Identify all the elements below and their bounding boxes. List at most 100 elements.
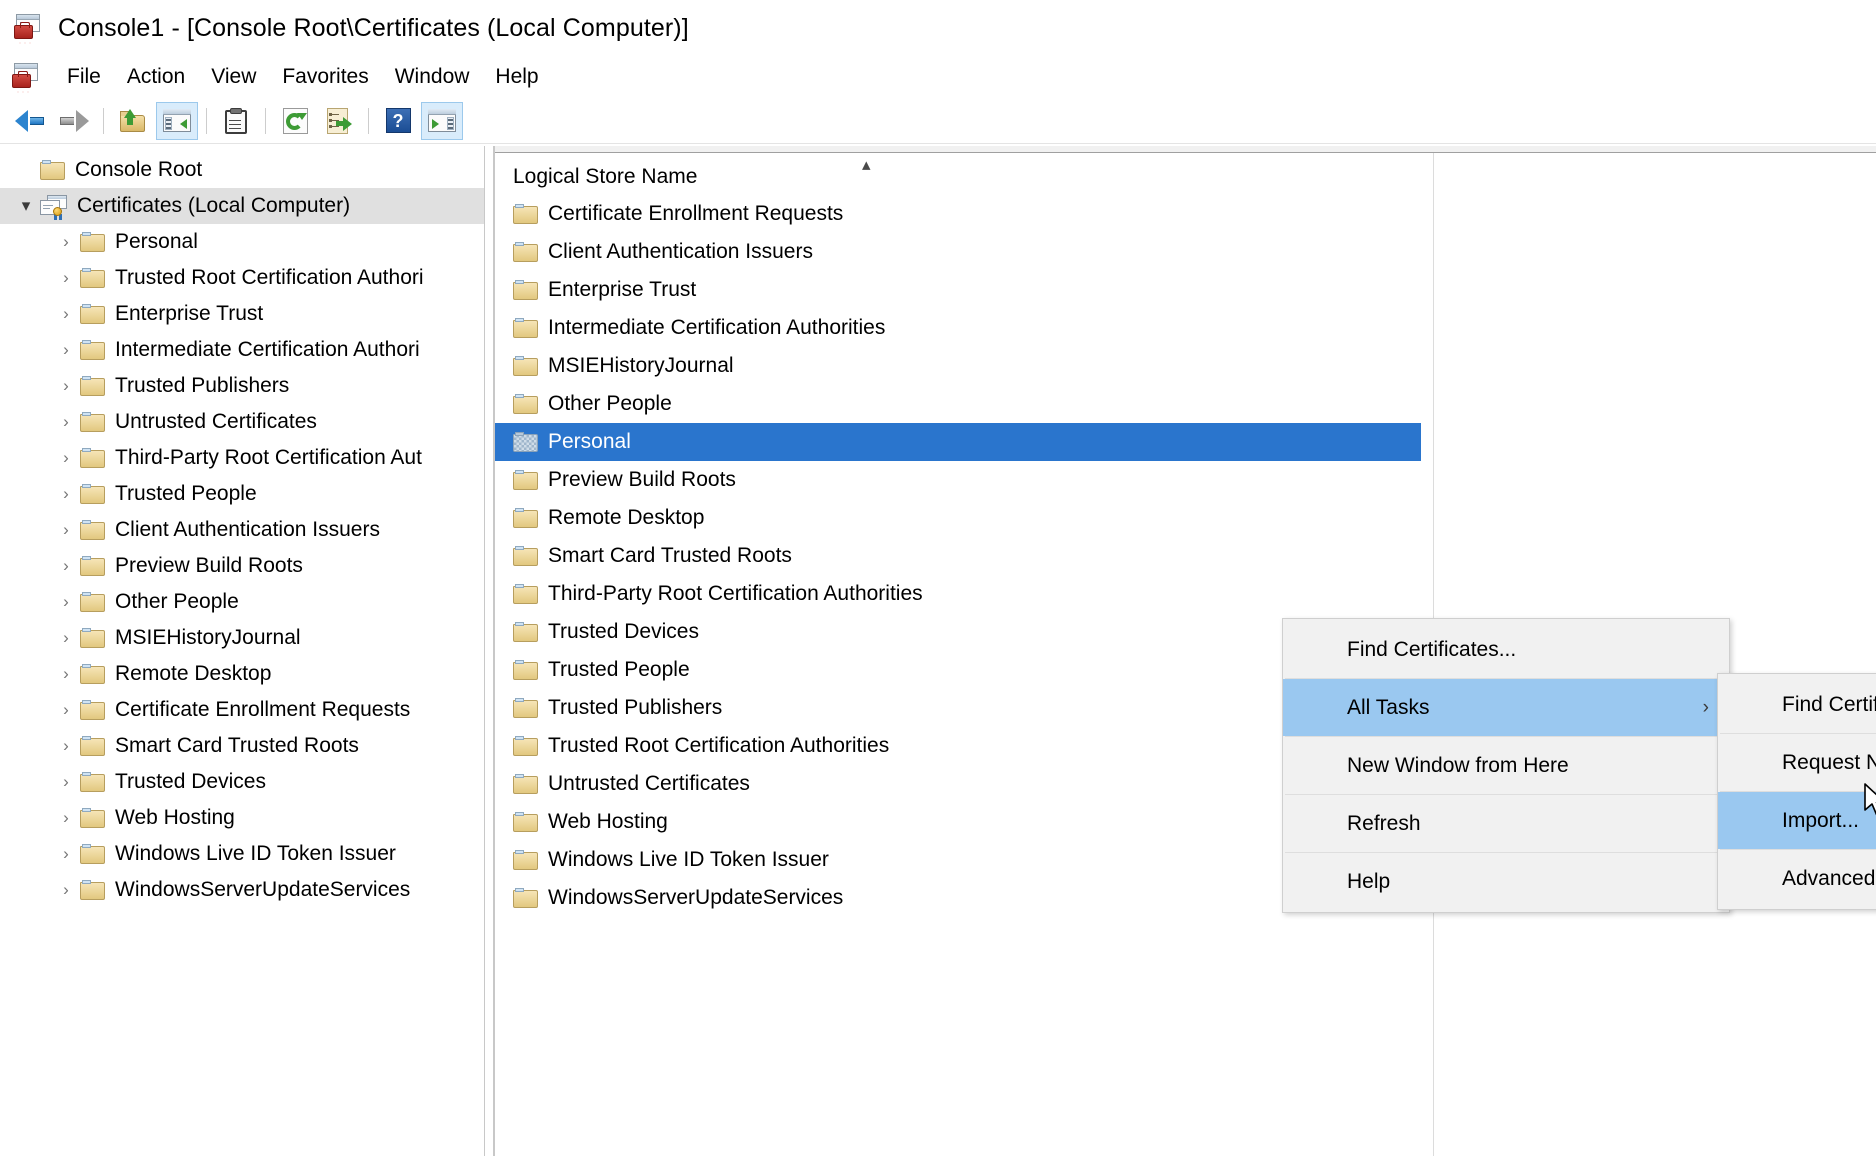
- show-hide-console-tree-button[interactable]: [156, 102, 198, 140]
- list-row[interactable]: Intermediate Certification Authorities: [495, 309, 1876, 347]
- menu-window[interactable]: Window: [382, 62, 483, 92]
- tree-item[interactable]: ›Smart Card Trusted Roots: [0, 728, 484, 764]
- chevron-right-icon[interactable]: ›: [52, 340, 80, 360]
- list-row[interactable]: MSIEHistoryJournal: [495, 347, 1876, 385]
- chevron-right-icon[interactable]: ›: [52, 736, 80, 756]
- tree-item[interactable]: ›Remote Desktop: [0, 656, 484, 692]
- menu-item[interactable]: New Window from Here: [1283, 737, 1729, 794]
- chevron-right-icon[interactable]: ›: [52, 700, 80, 720]
- folder-icon: [80, 448, 106, 469]
- properties-button[interactable]: [215, 102, 257, 140]
- list-row[interactable]: Other People: [495, 385, 1876, 423]
- column-header-logical-store-name[interactable]: Logical Store Name: [495, 153, 1876, 195]
- list-row[interactable]: Preview Build Roots: [495, 461, 1876, 499]
- chevron-right-icon[interactable]: ›: [52, 628, 80, 648]
- back-button[interactable]: [9, 102, 51, 140]
- chevron-right-icon[interactable]: ›: [52, 844, 80, 864]
- chevron-right-icon[interactable]: ›: [52, 232, 80, 252]
- list-row-label: Trusted Publishers: [539, 696, 722, 720]
- menu-favorites[interactable]: Favorites: [269, 62, 381, 92]
- list-row[interactable]: Enterprise Trust: [495, 271, 1876, 309]
- tree-item[interactable]: ›Certificate Enrollment Requests: [0, 692, 484, 728]
- list-column-header-bar[interactable]: [495, 146, 1876, 153]
- list-row-selected[interactable]: Personal: [495, 423, 1421, 461]
- toolbar-separator: [103, 108, 104, 134]
- tree-item[interactable]: ›Other People: [0, 584, 484, 620]
- tree-item-certificates-local-computer[interactable]: ▾ Certificates (Local Computer): [0, 188, 484, 224]
- folder-icon: [80, 340, 106, 361]
- chevron-right-icon[interactable]: ›: [52, 268, 80, 288]
- context-submenu-all-tasks[interactable]: Find Certificates... Request New Certific…: [1717, 673, 1876, 910]
- folder-icon: [80, 808, 106, 829]
- console-tree-pane[interactable]: Console Root ▾ Certificates (Local Compu…: [0, 146, 485, 1156]
- show-hide-action-pane-button[interactable]: [421, 102, 463, 140]
- chevron-right-icon[interactable]: ›: [52, 772, 80, 792]
- chevron-right-icon[interactable]: ›: [52, 448, 80, 468]
- list-row-label: Enterprise Trust: [539, 278, 696, 302]
- tree-item[interactable]: ›WindowsServerUpdateServices: [0, 872, 484, 908]
- chevron-right-icon[interactable]: ›: [52, 520, 80, 540]
- folder-icon: [513, 318, 539, 339]
- chevron-right-icon[interactable]: ›: [52, 556, 80, 576]
- tree-item-console-root[interactable]: Console Root: [0, 152, 484, 188]
- menu-item[interactable]: Find Certificates...: [1283, 621, 1729, 678]
- tree-item[interactable]: ›Trusted People: [0, 476, 484, 512]
- chevron-right-icon[interactable]: ›: [52, 304, 80, 324]
- menu-item[interactable]: Advanced Operations›: [1718, 850, 1876, 907]
- menu-item[interactable]: Help: [1283, 853, 1729, 910]
- menu-item[interactable]: All Tasks›: [1283, 679, 1729, 736]
- tree-item[interactable]: ›Windows Live ID Token Issuer: [0, 836, 484, 872]
- menu-item[interactable]: Find Certificates...: [1718, 676, 1876, 733]
- chevron-right-icon[interactable]: ›: [52, 808, 80, 828]
- forward-button[interactable]: [53, 102, 95, 140]
- tree-item[interactable]: ›Personal: [0, 224, 484, 260]
- help-icon: ?: [386, 108, 411, 133]
- list-row-label: Smart Card Trusted Roots: [539, 544, 792, 568]
- menu-action[interactable]: Action: [114, 62, 198, 92]
- tree-item[interactable]: ›Trusted Root Certification Authori: [0, 260, 484, 296]
- list-row[interactable]: Client Authentication Issuers: [495, 233, 1876, 271]
- chevron-right-icon[interactable]: ›: [52, 412, 80, 432]
- menu-help[interactable]: Help: [482, 62, 551, 92]
- tree-item[interactable]: ›Web Hosting: [0, 800, 484, 836]
- toolbar-separator: [206, 108, 207, 134]
- list-row[interactable]: Smart Card Trusted Roots: [495, 537, 1876, 575]
- toolbar-separator: [265, 108, 266, 134]
- context-menu[interactable]: Find Certificates...All Tasks›New Window…: [1282, 618, 1730, 913]
- chevron-right-icon[interactable]: ›: [52, 592, 80, 612]
- chevron-right-icon[interactable]: ›: [52, 376, 80, 396]
- list-row[interactable]: Remote Desktop: [495, 499, 1876, 537]
- pane-splitter[interactable]: [485, 146, 494, 1156]
- tree-item-label: Third-Party Root Certification Aut: [106, 446, 422, 470]
- menu-item-label: Find Certificates...: [1782, 693, 1876, 717]
- chevron-right-icon[interactable]: ›: [52, 880, 80, 900]
- menu-file[interactable]: File: [54, 62, 114, 92]
- tree-item[interactable]: ›Intermediate Certification Authori: [0, 332, 484, 368]
- logical-store-list-pane[interactable]: ▴ Logical Store Name Certificate Enrollm…: [494, 146, 1876, 1156]
- menu-item[interactable]: Request New Certificate...: [1718, 734, 1876, 791]
- help-button[interactable]: ?: [377, 102, 419, 140]
- tree-item[interactable]: ›Trusted Devices: [0, 764, 484, 800]
- chevron-down-icon[interactable]: ▾: [12, 196, 40, 216]
- list-row-label: Certificate Enrollment Requests: [539, 202, 843, 226]
- menu-view[interactable]: View: [198, 62, 269, 92]
- folder-icon: [80, 484, 106, 505]
- folder-icon: [80, 772, 106, 793]
- list-row[interactable]: Certificate Enrollment Requests: [495, 195, 1876, 233]
- tree-item[interactable]: ›Client Authentication Issuers: [0, 512, 484, 548]
- chevron-right-icon[interactable]: ›: [52, 664, 80, 684]
- tree-item[interactable]: ›Preview Build Roots: [0, 548, 484, 584]
- up-one-level-button[interactable]: [112, 102, 154, 140]
- tree-item[interactable]: › Third-Party Root Certification Aut: [0, 440, 484, 476]
- menu-item[interactable]: Refresh: [1283, 795, 1729, 852]
- tree-item[interactable]: ›Enterprise Trust: [0, 296, 484, 332]
- tree-item[interactable]: ›MSIEHistoryJournal: [0, 620, 484, 656]
- list-row[interactable]: Third-Party Root Certification Authoriti…: [495, 575, 1876, 613]
- menu-item[interactable]: Import...: [1718, 792, 1876, 849]
- chevron-right-icon[interactable]: ›: [52, 484, 80, 504]
- tree-item[interactable]: ›Untrusted Certificates: [0, 404, 484, 440]
- menu-item-label: All Tasks: [1347, 696, 1429, 720]
- tree-item[interactable]: ›Trusted Publishers: [0, 368, 484, 404]
- refresh-button[interactable]: [274, 102, 316, 140]
- export-list-button[interactable]: [318, 102, 360, 140]
